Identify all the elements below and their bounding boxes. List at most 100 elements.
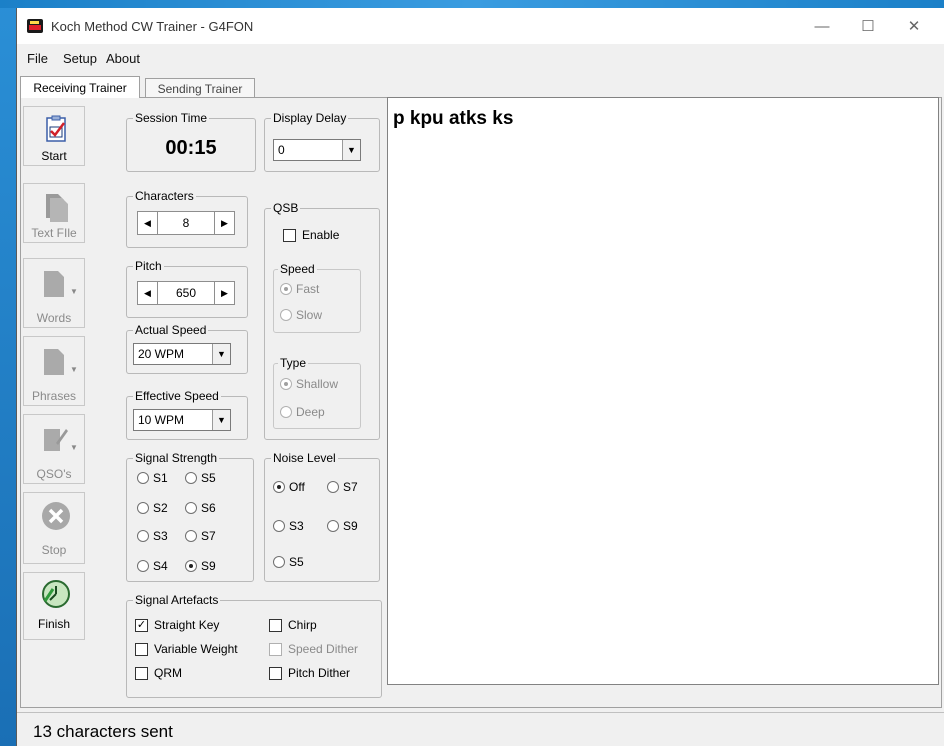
characters-group: Characters ◀ 8 ▶ [126, 189, 248, 248]
status-text: 13 characters sent [33, 722, 173, 741]
qsb-speed-fast-radio[interactable]: Fast [280, 282, 319, 296]
minimize-button[interactable]: — [799, 8, 845, 44]
pitch-title: Pitch [133, 259, 164, 273]
actual-speed-select[interactable]: 20 WPM ▼ [133, 343, 231, 365]
qrm-checkbox[interactable]: QRM [135, 666, 182, 680]
phrases-dropdown-icon[interactable]: ▼ [70, 365, 78, 374]
effective-speed-value: 10 WPM [138, 413, 185, 427]
checkmark-icon[interactable]: ✓ [135, 618, 148, 632]
chevron-down-icon[interactable]: ▼ [342, 140, 360, 160]
pitch-value[interactable]: 650 [158, 282, 214, 304]
signal-s3-radio[interactable]: S3 [137, 529, 168, 543]
signal-s2-radio[interactable]: S2 [137, 501, 168, 515]
pitch-spinner[interactable]: ◀ 650 ▶ [137, 281, 235, 305]
signal-s9-radio[interactable]: S9 [185, 559, 216, 573]
chevron-down-icon[interactable]: ▼ [212, 344, 230, 364]
signal-artefacts-title: Signal Artefacts [133, 593, 221, 607]
noise-level-title: Noise Level [271, 451, 338, 465]
characters-value[interactable]: 8 [158, 212, 214, 234]
words-button[interactable]: ▼ Words [23, 258, 85, 328]
qsb-enable-label: Enable [302, 228, 340, 242]
phrases-document-icon [44, 349, 64, 375]
signal-s7-radio[interactable]: S7 [185, 529, 216, 543]
tab-sending-trainer[interactable]: Sending Trainer [145, 78, 255, 98]
signal-artefacts-group: Signal Artefacts ✓ Straight Key Variable… [126, 593, 382, 698]
window-title: Koch Method CW Trainer - G4FON [51, 19, 254, 34]
maximize-button[interactable]: ☐ [845, 8, 891, 44]
qsb-enable-box[interactable] [283, 228, 296, 242]
characters-title: Characters [133, 189, 196, 203]
noise-s9-radio[interactable]: S9 [327, 519, 358, 533]
menu-setup[interactable]: Setup [63, 51, 97, 66]
pitch-dither-checkbox[interactable]: Pitch Dither [269, 666, 350, 680]
noise-off-radio[interactable]: Off [273, 480, 305, 494]
finish-label: Finish [37, 617, 70, 631]
close-button[interactable]: ✕ [891, 8, 937, 44]
pitch-decrement-icon[interactable]: ◀ [138, 282, 158, 304]
app-window: Koch Method CW Trainer - G4FON — ☐ ✕ Fil… [16, 8, 944, 746]
chirp-checkbox[interactable]: Chirp [269, 618, 317, 632]
menu-about[interactable]: About [106, 51, 140, 66]
qsb-type-title: Type [278, 356, 309, 370]
desktop-background-left [0, 0, 16, 746]
noise-level-group: Noise Level Off S7 S3 S9 S5 [264, 451, 380, 582]
menu-bar [17, 48, 944, 70]
chevron-down-icon[interactable]: ▼ [212, 410, 230, 430]
title-bar[interactable]: Koch Method CW Trainer - G4FON — ☐ ✕ [17, 8, 944, 44]
text-file-button[interactable]: Text FIle [23, 183, 85, 243]
display-delay-select[interactable]: 0 ▼ [273, 139, 361, 161]
finish-button[interactable]: Finish [23, 572, 85, 640]
start-clipboard-icon [46, 115, 66, 142]
characters-decrement-icon[interactable]: ◀ [138, 212, 158, 234]
actual-speed-title: Actual Speed [133, 323, 209, 337]
start-button[interactable]: Start [23, 106, 85, 166]
qsb-speed-slow-radio[interactable]: Slow [280, 308, 322, 322]
display-delay-group: Display Delay 0 ▼ [264, 111, 380, 172]
actual-speed-group: Actual Speed 20 WPM ▼ [126, 323, 248, 374]
stop-label: Stop [41, 543, 67, 557]
qsb-enable-checkbox[interactable]: Enable [283, 228, 339, 242]
qsos-edit-icon [44, 429, 68, 451]
qsb-title: QSB [271, 201, 301, 215]
straight-key-checkbox[interactable]: ✓ Straight Key [135, 618, 219, 632]
signal-s1-radio[interactable]: S1 [137, 471, 168, 485]
speed-dither-checkbox[interactable]: Speed Dither [269, 642, 358, 656]
actual-speed-value: 20 WPM [138, 347, 185, 361]
signal-strength-title: Signal Strength [133, 451, 220, 465]
start-label: Start [41, 149, 67, 163]
noise-s3-radio[interactable]: S3 [273, 519, 304, 533]
received-text-area[interactable]: p kpu atks ks [387, 97, 939, 685]
menu-file[interactable]: File [27, 51, 48, 66]
phrases-button[interactable]: ▼ Phrases [23, 336, 85, 406]
finish-clock-icon [42, 580, 70, 608]
signal-s5-radio[interactable]: S5 [185, 471, 216, 485]
effective-speed-title: Effective Speed [133, 389, 221, 403]
app-icon [27, 19, 43, 33]
signal-strength-group: Signal Strength S1 S5 S2 S6 S3 S7 S4 S9 [126, 451, 254, 582]
text-file-icon [46, 194, 68, 222]
qsb-type-shallow-radio[interactable]: Shallow [280, 377, 338, 391]
signal-s4-radio[interactable]: S4 [137, 559, 168, 573]
pitch-increment-icon[interactable]: ▶ [214, 282, 234, 304]
qsb-group: QSB Enable Speed Fast Slow Type Shallow [264, 201, 380, 440]
qsb-type-group: Type Shallow Deep [273, 356, 361, 429]
qsb-speed-group: Speed Fast Slow [273, 262, 361, 333]
display-delay-title: Display Delay [271, 111, 349, 125]
variable-weight-checkbox[interactable]: Variable Weight [135, 642, 238, 656]
characters-increment-icon[interactable]: ▶ [214, 212, 234, 234]
noise-s7-radio[interactable]: S7 [327, 480, 358, 494]
received-text: p kpu atks ks [393, 108, 514, 129]
qsb-type-deep-radio[interactable]: Deep [280, 405, 325, 419]
desktop-background-top [0, 0, 944, 8]
words-dropdown-icon[interactable]: ▼ [70, 287, 78, 296]
effective-speed-select[interactable]: 10 WPM ▼ [133, 409, 231, 431]
tab-receiving-trainer[interactable]: Receiving Trainer [20, 76, 140, 98]
stop-button[interactable]: Stop [23, 492, 85, 564]
noise-s5-radio[interactable]: S5 [273, 555, 304, 569]
characters-spinner[interactable]: ◀ 8 ▶ [137, 211, 235, 235]
signal-s6-radio[interactable]: S6 [185, 501, 216, 515]
qsos-dropdown-icon[interactable]: ▼ [70, 443, 78, 452]
qsos-button[interactable]: ▼ QSO's [23, 414, 85, 484]
qsb-speed-title: Speed [278, 262, 317, 276]
stop-x-icon [42, 502, 70, 530]
